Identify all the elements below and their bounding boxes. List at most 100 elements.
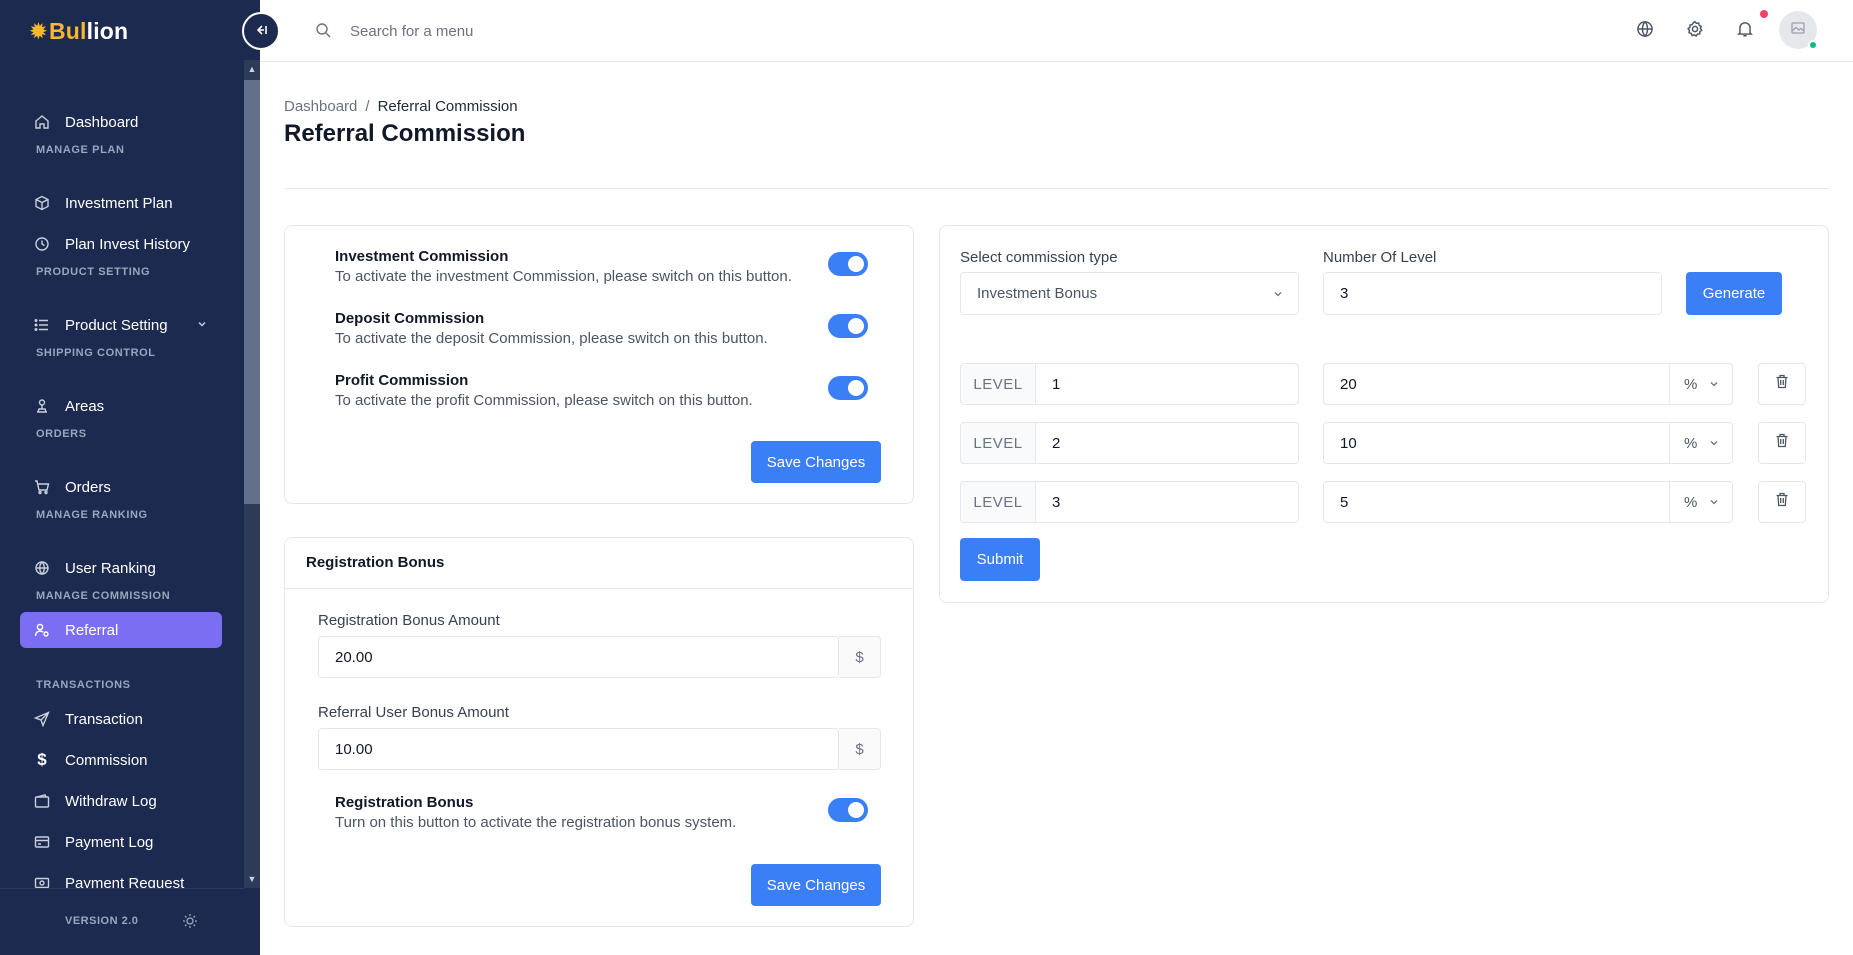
sidebar-item-referral[interactable]: Referral (20, 612, 222, 648)
delete-level-button[interactable] (1758, 422, 1806, 464)
input-value: 5 (1340, 493, 1349, 511)
currency-addon: $ (839, 636, 881, 678)
sidebar-item-payment-log[interactable]: Payment Log (20, 824, 222, 860)
sidebar-item-label: Transaction (65, 710, 143, 728)
input-value: 3 (1052, 493, 1061, 511)
section-heading-manage-ranking: MANAGE RANKING (36, 509, 148, 521)
sidebar-item-label: Referral (65, 621, 119, 639)
collapse-arrow-icon (254, 23, 268, 40)
input-value: 20.00 (335, 648, 373, 666)
level-commission-value-input[interactable]: 10 (1323, 422, 1670, 464)
toggle-title: Deposit Commission (335, 310, 485, 327)
unit-value: % (1684, 375, 1698, 393)
investment-commission-toggle[interactable] (828, 252, 868, 276)
referral-user-bonus-amount-input[interactable]: 10.00 (318, 728, 839, 770)
notification-badge (1760, 10, 1768, 18)
input-value: 1 (1052, 375, 1061, 393)
page-title: Referral Commission (284, 120, 526, 147)
level-unit-select[interactable]: % (1670, 363, 1733, 405)
scroll-down-arrow-icon[interactable]: ▼ (244, 872, 260, 886)
sidebar-item-areas[interactable]: Areas (20, 388, 222, 424)
registration-bonus-amount-input[interactable]: 20.00 (318, 636, 839, 678)
theme-toggle-sun-icon[interactable] (182, 913, 198, 934)
delete-level-button[interactable] (1758, 481, 1806, 523)
sidebar-collapse-button[interactable] (242, 12, 280, 50)
breadcrumb-home-link[interactable]: Dashboard (284, 98, 357, 115)
image-placeholder-icon (1790, 20, 1806, 41)
notification-bell-icon[interactable] (1736, 20, 1754, 43)
scrollbar-thumb[interactable] (244, 80, 260, 504)
trash-icon (1775, 433, 1789, 453)
level-prefix-text: LEVEL (973, 434, 1023, 452)
sidebar-item-product-setting[interactable]: Product Setting (20, 307, 222, 343)
sidebar-item-orders[interactable]: Orders (20, 469, 222, 505)
number-of-level-label: Number Of Level (1323, 249, 1437, 266)
registration-bonus-card: Registration Bonus Registration Bonus Am… (284, 537, 914, 927)
save-changes-button[interactable]: Save Changes (751, 864, 881, 906)
referral-user-bonus-amount-label: Referral User Bonus Amount (318, 704, 509, 721)
sidebar-item-dashboard[interactable]: Dashboard (20, 104, 222, 140)
delete-level-button[interactable] (1758, 363, 1806, 405)
input-value: 20 (1340, 375, 1357, 393)
level-prefix-label: LEVEL (960, 363, 1036, 405)
toggle-row-investment: Investment Commission To activate the in… (335, 248, 905, 285)
commission-type-select[interactable]: Investment Bonus (960, 272, 1299, 315)
sidebar-item-investment-plan[interactable]: Investment Plan (20, 185, 222, 221)
level-number-input[interactable]: 2 (1036, 422, 1299, 464)
sidebar-item-user-ranking[interactable]: User Ranking (20, 550, 222, 586)
header-divider (284, 188, 1829, 189)
sidebar-item-label: Orders (65, 478, 111, 496)
sidebar-item-payment-request[interactable]: Payment Request (20, 865, 222, 888)
section-heading-shipping-control: SHIPPING CONTROL (36, 347, 156, 359)
app-logo[interactable]: ✹ Bul lion (30, 18, 128, 44)
profit-commission-toggle[interactable] (828, 376, 868, 400)
sidebar-item-label: Payment Log (65, 833, 154, 851)
language-globe-icon[interactable] (1636, 20, 1654, 43)
commission-toggles-card: Investment Commission To activate the in… (284, 225, 914, 504)
level-commission-value-input[interactable]: 5 (1323, 481, 1670, 523)
save-changes-button[interactable]: Save Changes (751, 441, 881, 483)
generate-button[interactable]: Generate (1686, 272, 1782, 315)
sidebar-item-label: Commission (65, 751, 148, 769)
level-prefix-text: LEVEL (973, 375, 1023, 393)
toggle-row-registration-bonus: Registration Bonus Turn on this button t… (335, 794, 905, 831)
input-value: 2 (1052, 434, 1061, 452)
map-pin-icon (32, 396, 52, 416)
select-value: Investment Bonus (977, 285, 1098, 302)
sidebar-item-label: Product Setting (65, 316, 168, 334)
registration-bonus-toggle[interactable] (828, 798, 868, 822)
scroll-up-arrow-icon[interactable]: ▲ (244, 62, 260, 76)
sidebar-item-withdraw-log[interactable]: Withdraw Log (20, 783, 222, 819)
search-input[interactable] (350, 18, 650, 44)
toggle-description: To activate the deposit Commission, plea… (335, 330, 768, 347)
avatar[interactable] (1779, 11, 1818, 50)
trash-icon (1775, 374, 1789, 394)
settings-gear-icon[interactable] (1686, 20, 1704, 43)
submit-button[interactable]: Submit (960, 538, 1040, 581)
user-gear-icon (32, 620, 52, 640)
dollar-icon: $ (37, 750, 47, 769)
toggle-knob (848, 380, 864, 396)
sidebar-item-transaction[interactable]: Transaction (20, 701, 222, 737)
deposit-commission-toggle[interactable] (828, 314, 868, 338)
level-number-input[interactable]: 3 (1036, 481, 1299, 523)
chevron-down-icon (1708, 377, 1720, 394)
clock-icon (32, 234, 52, 254)
chevron-down-icon (1272, 287, 1284, 304)
cart-icon (32, 477, 52, 497)
level-unit-select[interactable]: % (1670, 422, 1733, 464)
dollar-icon: $ (855, 648, 864, 666)
level-commission-value-input[interactable]: 20 (1323, 363, 1670, 405)
section-heading-manage-plan: MANAGE PLAN (36, 144, 125, 156)
sidebar-item-commission[interactable]: $ Commission (20, 742, 222, 778)
unit-value: % (1684, 493, 1698, 511)
sidebar-scrollbar[interactable]: ▲ ▼ (244, 60, 260, 888)
section-heading-manage-commission: MANAGE COMMISSION (36, 590, 171, 602)
sidebar-item-plan-invest-history[interactable]: Plan Invest History (20, 226, 222, 262)
number-of-level-input[interactable]: 3 (1323, 272, 1662, 315)
level-number-input[interactable]: 1 (1036, 363, 1299, 405)
breadcrumb-current: Referral Commission (377, 98, 518, 115)
list-icon (32, 315, 52, 335)
unit-value: % (1684, 434, 1698, 452)
level-unit-select[interactable]: % (1670, 481, 1733, 523)
